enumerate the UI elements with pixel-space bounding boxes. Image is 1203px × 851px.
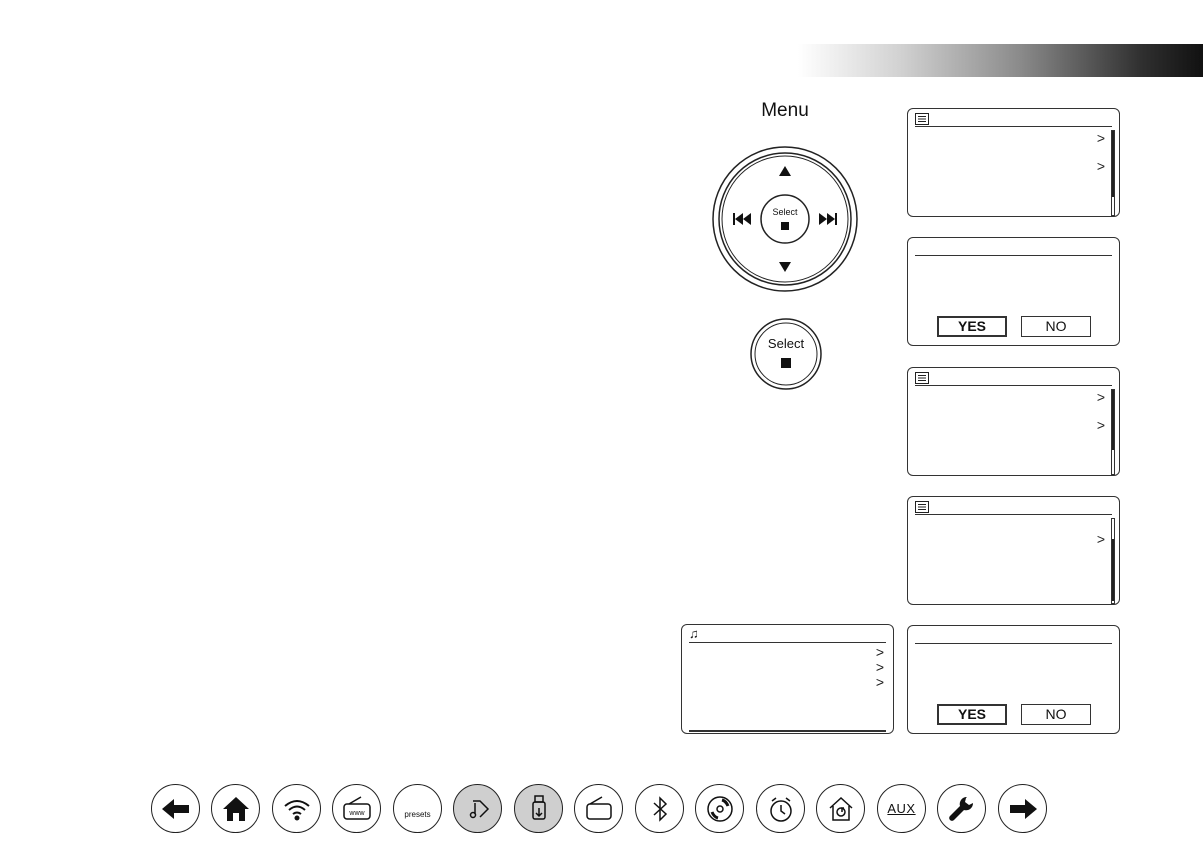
scrollbar-thumb[interactable]	[1112, 539, 1114, 601]
menu-list-icon	[915, 501, 929, 513]
usb-icon	[531, 794, 546, 820]
wifi-icon	[283, 799, 310, 820]
radio-button[interactable]	[574, 784, 623, 833]
dial-select-label: Select	[772, 207, 798, 217]
music-player-screen: ♫ > > >	[681, 624, 894, 734]
chevron-right-icon: >	[875, 644, 884, 660]
presets-label: presets	[404, 810, 431, 819]
bottom-divider	[689, 730, 886, 732]
scrollbar[interactable]	[1111, 518, 1115, 604]
music-player-button[interactable]	[453, 784, 502, 833]
home-media-icon	[828, 796, 853, 821]
alarm-button[interactable]	[756, 784, 805, 833]
title-divider	[915, 255, 1112, 256]
select-button[interactable]: Select	[750, 318, 822, 390]
wifi-button[interactable]	[272, 784, 321, 833]
scrollbar[interactable]	[1111, 130, 1115, 216]
chevron-right-icon: >	[1096, 158, 1105, 174]
navigation-dial[interactable]: Select	[712, 146, 858, 292]
home-button[interactable]	[211, 784, 260, 833]
chevron-right-icon: >	[875, 659, 884, 675]
scrollbar-thumb[interactable]	[1112, 390, 1114, 450]
title-divider	[689, 642, 886, 643]
menu-label: Menu	[761, 100, 809, 121]
internet-radio-icon: www	[342, 795, 371, 820]
settings-button[interactable]	[937, 784, 986, 833]
cd-button[interactable]	[695, 784, 744, 833]
menu-screen-3: >	[907, 496, 1120, 605]
arrow-left-icon	[161, 798, 189, 819]
confirm-dialog-2: YES NO	[907, 625, 1120, 734]
bluetooth-icon	[652, 795, 667, 822]
scrollbar-thumb[interactable]	[1112, 131, 1114, 197]
menu-screen-1: > >	[907, 108, 1120, 217]
wrench-icon	[948, 796, 973, 821]
chevron-right-icon: >	[875, 674, 884, 690]
menu-screen-2: > >	[907, 367, 1120, 476]
chevron-right-icon: >	[1096, 389, 1105, 405]
aux-button[interactable]: AUX	[877, 784, 926, 833]
chevron-right-icon: >	[1096, 130, 1105, 146]
music-player-icon	[469, 799, 489, 818]
stop-square-icon	[781, 358, 791, 368]
back-button[interactable]	[151, 784, 200, 833]
aux-label: AUX	[887, 801, 916, 816]
title-divider	[915, 514, 1112, 515]
alarm-clock-icon	[769, 796, 792, 822]
forward-button[interactable]	[998, 784, 1047, 833]
title-divider	[915, 126, 1112, 127]
music-note-icon: ♫	[689, 626, 699, 641]
confirm-dialog-1: YES NO	[907, 237, 1120, 346]
yes-button[interactable]: YES	[937, 704, 1007, 725]
chevron-right-icon: >	[1096, 417, 1105, 433]
no-button[interactable]: NO	[1021, 316, 1091, 337]
title-divider	[915, 385, 1112, 386]
menu-list-icon	[915, 113, 929, 125]
svg-text:www: www	[348, 810, 365, 817]
presets-button[interactable]: presets	[393, 784, 442, 833]
usb-button[interactable]	[514, 784, 563, 833]
title-divider	[915, 643, 1112, 644]
yes-button[interactable]: YES	[937, 316, 1007, 337]
scrollbar[interactable]	[1111, 389, 1115, 475]
chevron-right-icon: >	[1096, 531, 1105, 547]
menu-list-icon	[915, 372, 929, 384]
home-icon	[222, 796, 249, 821]
internet-radio-button[interactable]: www	[332, 784, 381, 833]
bluetooth-button[interactable]	[635, 784, 684, 833]
radio-icon	[585, 795, 612, 820]
cd-icon	[706, 795, 733, 822]
stop-square-icon	[781, 222, 789, 230]
arrow-right-icon	[1009, 798, 1037, 819]
home-media-button[interactable]	[816, 784, 865, 833]
no-button[interactable]: NO	[1021, 704, 1091, 725]
bottom-navigation: www presets AUX	[151, 784, 1051, 836]
header-gradient-bar	[798, 44, 1203, 77]
select-button-label: Select	[768, 336, 805, 351]
